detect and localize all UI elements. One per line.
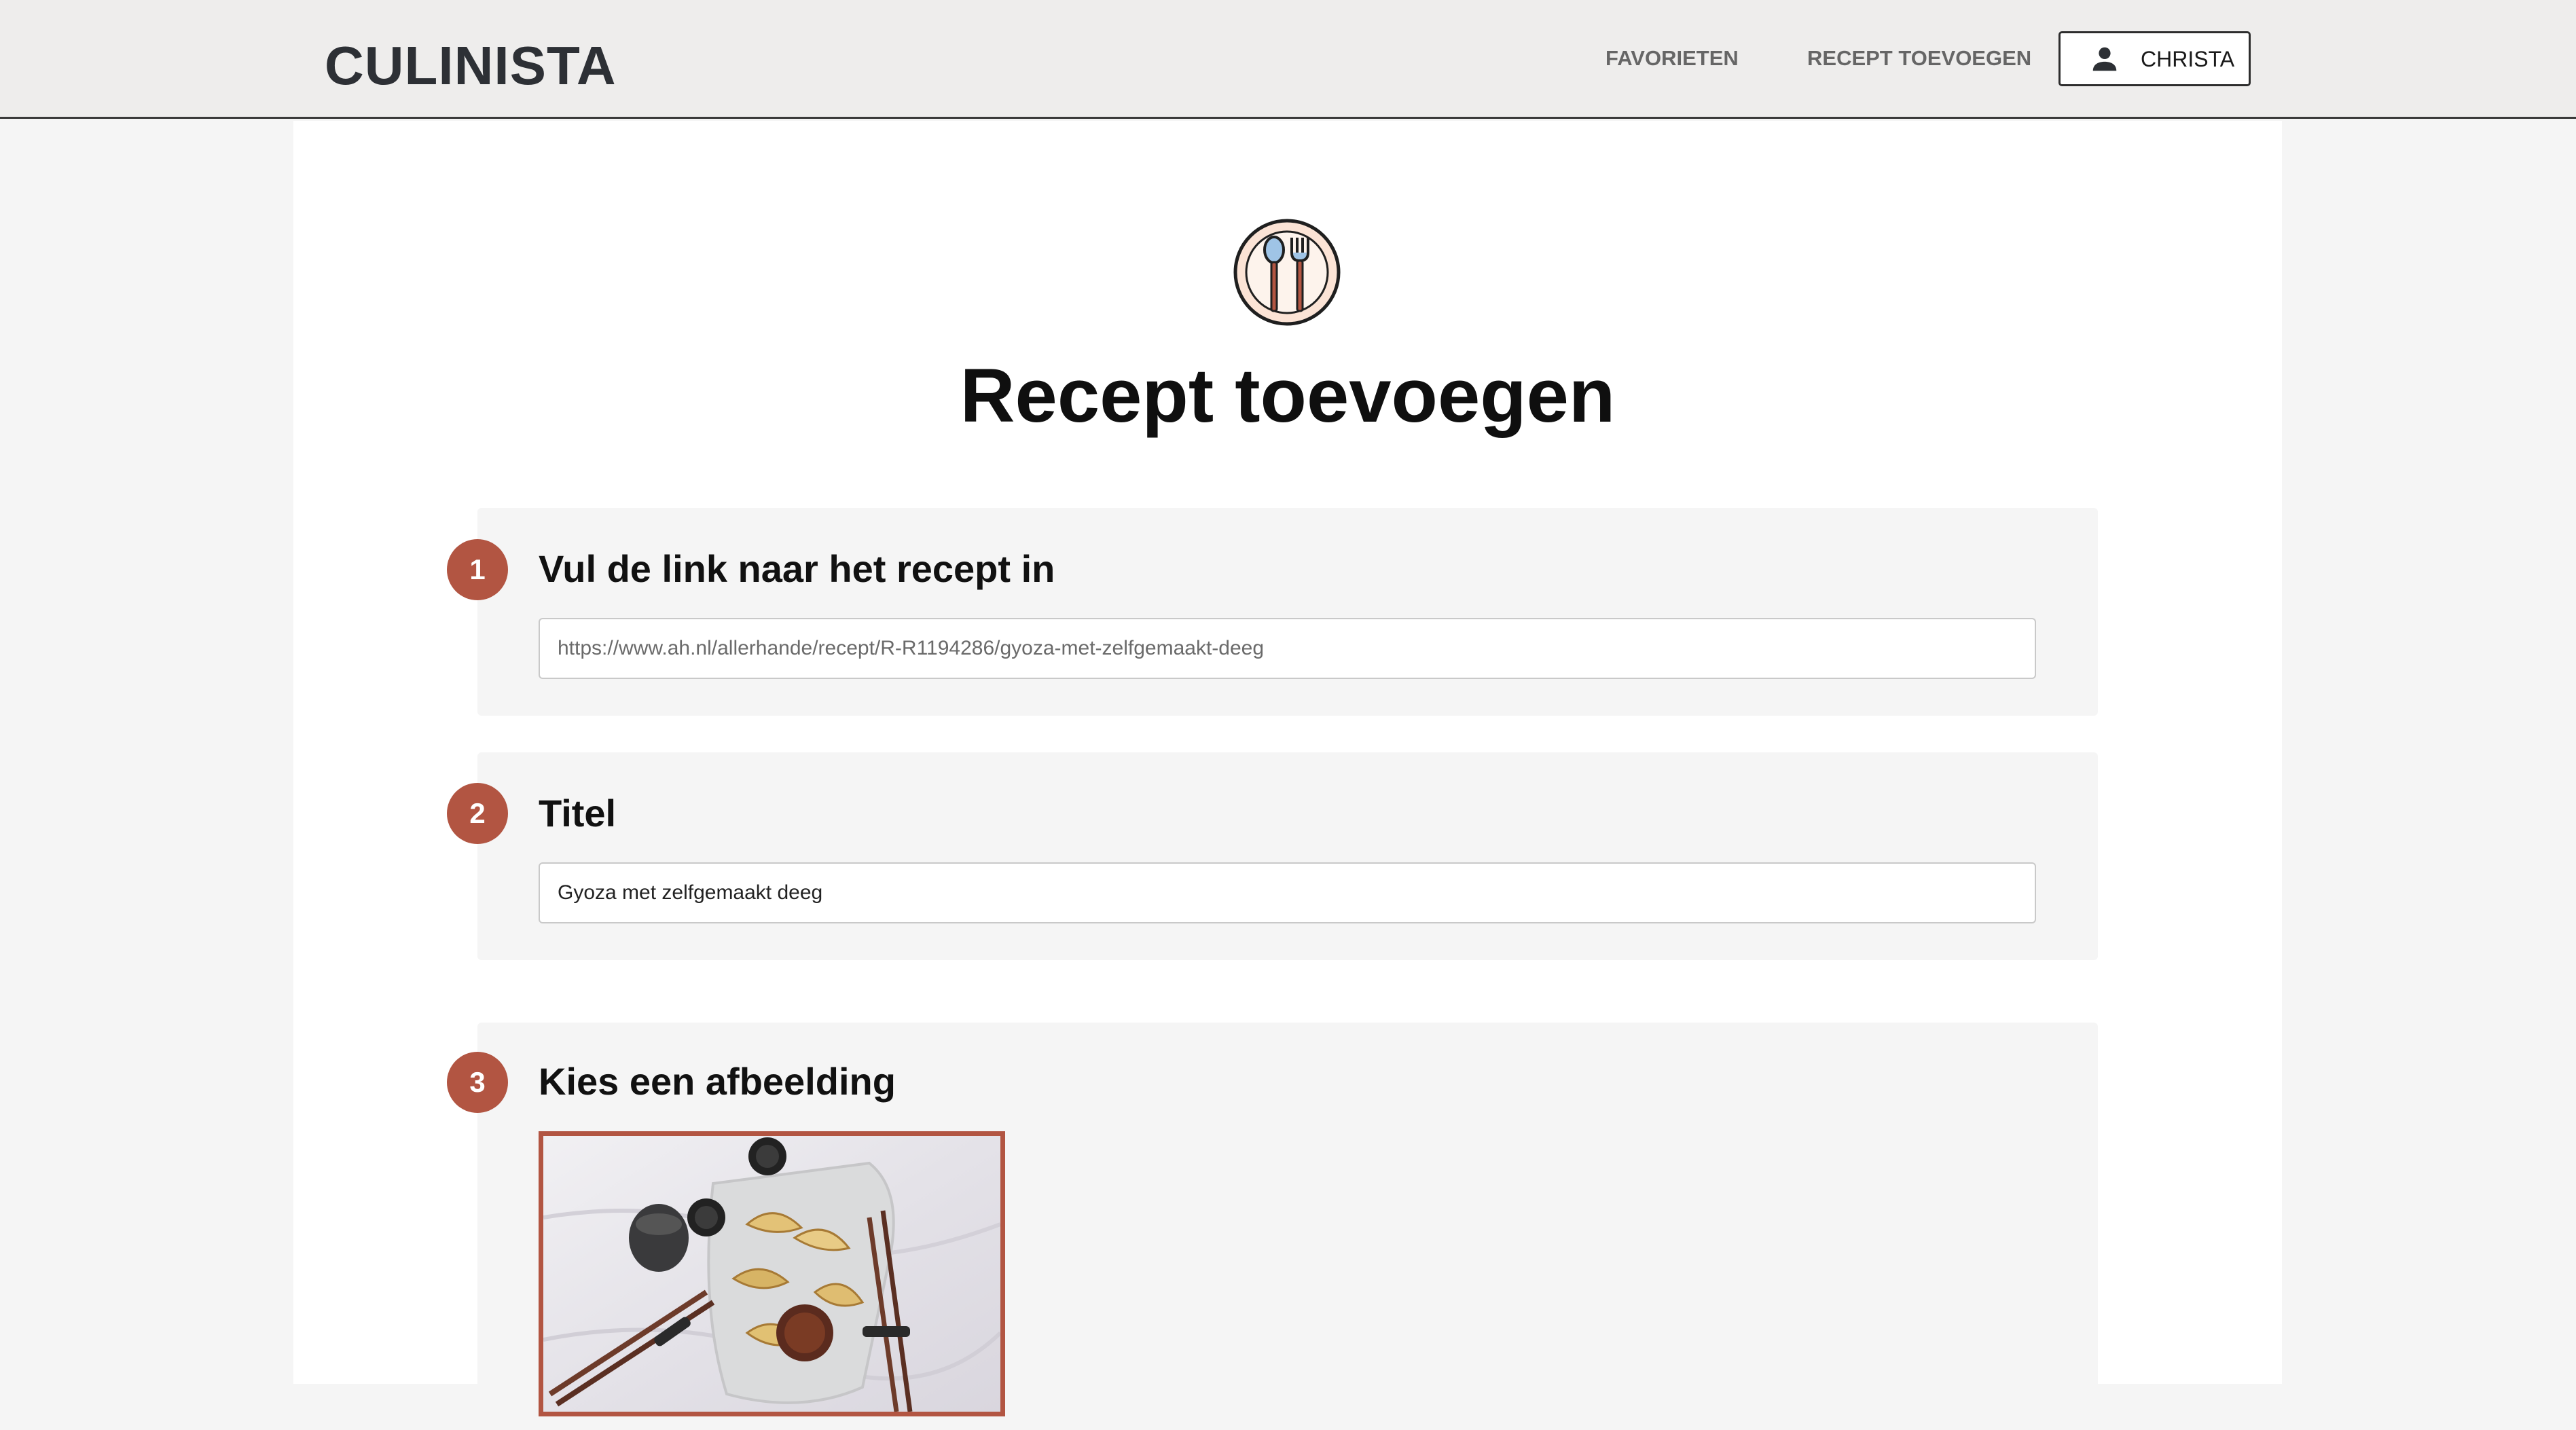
step-heading-image: Kies een afbeelding <box>539 1060 896 1103</box>
user-account-button[interactable]: CHRISTA <box>2058 31 2251 86</box>
step-number-badge: 1 <box>447 539 508 600</box>
gyoza-photo <box>543 1136 1000 1412</box>
brand-logo[interactable]: CULINISTA <box>325 35 617 96</box>
step-number-badge: 2 <box>447 783 508 844</box>
person-icon <box>2092 47 2117 71</box>
page-title: Recept toevoegen <box>960 353 1616 438</box>
nav-favorites-link[interactable]: FAVORIETEN <box>1606 45 1739 72</box>
step-card-link <box>477 508 2098 716</box>
step-heading-link: Vul de link naar het recept in <box>539 547 1055 590</box>
recipe-image-option-selected[interactable] <box>539 1131 1005 1416</box>
plate-spoon-fork-icon <box>1233 219 1341 326</box>
recipe-link-input[interactable] <box>539 618 2036 679</box>
step-heading-title: Titel <box>539 792 617 835</box>
step-number-badge: 3 <box>447 1052 508 1113</box>
nav-add-recipe-link[interactable]: RECEPT TOEVOEGEN <box>1807 45 2031 72</box>
recipe-title-input[interactable] <box>539 862 2036 923</box>
top-header: CULINISTA FAVORIETEN RECEPT TOEVOEGEN CH… <box>0 0 2576 119</box>
step-card-title <box>477 752 2098 960</box>
user-name-label: CHRISTA <box>2141 46 2235 71</box>
